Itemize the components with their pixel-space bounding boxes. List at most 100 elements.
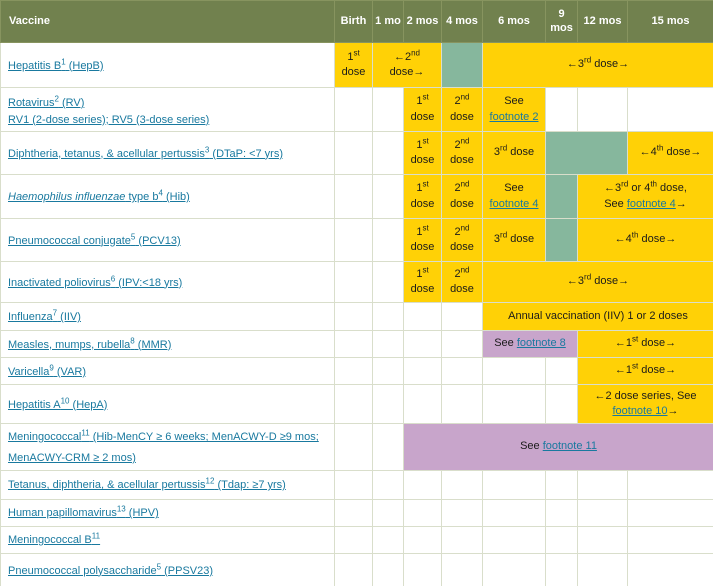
dose-text: dose [404,110,441,125]
header-9mos: 9 mos [546,1,578,43]
header-row: Vaccine Birth 1 mo 2 mos 4 mos 6 mos 9 m… [1,1,713,43]
dose-text: dose [404,282,441,297]
dose-text: 2nd [442,94,482,109]
vaccine-link-menb[interactable]: Meningococcal B11 [8,534,100,546]
vaccine-link-ipv[interactable]: Inactivated poliovirus6 (IPV:<18 yrs) [8,277,182,289]
footnote-superscript: 10 [61,396,70,405]
dose-text: 1st [404,181,441,196]
empty-cell [483,499,546,526]
table-row: Pneumococcal conjugate5 (PCV13) 1st dose… [1,219,713,262]
empty-cell [578,499,628,526]
empty-cell [483,470,546,499]
empty-cell [628,553,713,586]
empty-cell [335,358,373,385]
empty-cell [373,358,404,385]
footnote-cell: See footnote 4 [483,175,546,219]
dose-text: dose [404,197,441,212]
table-row: Diphtheria, tetanus, & acellular pertuss… [1,132,713,175]
empty-cell [373,175,404,219]
dose-text: dose [442,240,482,255]
vaccine-link-hib[interactable]: Haemophilus influenzae type b4 (Hib) [8,191,190,203]
dose-range-cell: ←4th dose→ [578,219,713,262]
footnote-link[interactable]: footnote 10 [612,405,667,417]
empty-cell [404,526,442,553]
footnote-link[interactable]: footnote 2 [490,111,539,123]
dose-text: ←3rd or 4th dose, [578,181,713,196]
vaccine-link-rv[interactable]: Rotavirus2 (RV) [8,97,84,109]
empty-cell [373,331,404,358]
footnote-link[interactable]: footnote 4 [627,198,676,210]
dose-cell: 1st dose [404,175,442,219]
empty-cell [442,470,483,499]
vaccine-name-cell: Measles, mumps, rubella8 (MMR) [1,331,335,358]
empty-cell [546,88,578,132]
dose-cell: 2nd dose [442,219,483,262]
vaccine-link-iiv[interactable]: Influenza7 (IIV) [8,311,81,323]
vaccine-name-cell: Pneumococcal polysaccharide5 (PPSV23) [1,553,335,586]
vaccine-name-cell: Varicella9 (VAR) [1,358,335,385]
dose-cell: 1st dose [404,132,442,175]
header-2mos: 2 mos [404,1,442,43]
vaccine-name-cell: Tetanus, diphtheria, & acellular pertuss… [1,470,335,499]
table-row: Measles, mumps, rubella8 (MMR) See footn… [1,331,713,358]
empty-cell [483,358,546,385]
empty-cell [578,526,628,553]
footnote-superscript: 13 [117,505,126,514]
vaccine-link-tdap[interactable]: Tetanus, diphtheria, & acellular pertuss… [8,479,286,491]
dose-range-cell: ←2nd dose→ [373,43,442,88]
ordinal-superscript: nd [461,179,470,188]
footnote-superscript: 11 [92,532,100,541]
vaccine-name-cell: Haemophilus influenzae type b4 (Hib) [1,175,335,219]
ordinal-superscript: nd [461,265,470,274]
empty-cell [373,303,404,331]
dose-cell: 3rd dose [483,132,546,175]
empty-cell [628,526,713,553]
ordinal-superscript: st [422,265,428,274]
empty-cell [546,553,578,586]
range-cell-green [546,219,578,262]
header-12mos: 12 mos [578,1,628,43]
table-row: Meningococcal11 (Hib-MenCY ≥ 6 weeks; Me… [1,424,713,471]
dose-cell: 1st dose [404,262,442,303]
empty-cell [483,526,546,553]
vaccine-link-meningococcal[interactable]: Meningococcal11 (Hib-MenCY ≥ 6 weeks; Me… [8,431,319,464]
empty-cell [335,526,373,553]
dose-text: dose [442,197,482,212]
dose-text: 2nd [442,181,482,196]
vaccine-link-rv-series[interactable]: RV1 (2-dose series); RV5 (3-dose series) [8,113,327,127]
vaccine-link-hpv[interactable]: Human papillomavirus13 (HPV) [8,507,159,519]
vaccine-name-cell: Hepatitis A10 (HepA) [1,385,335,424]
dose-range-cell: ←3rd dose→ [483,43,713,88]
header-15mos: 15 mos [628,1,713,43]
footnote-link[interactable]: footnote 8 [517,337,566,349]
empty-cell [373,499,404,526]
vaccine-link-hepb[interactable]: Hepatitis B1 (HepB) [8,60,104,72]
vaccine-link-ppsv23[interactable]: Pneumococcal polysaccharide5 (PPSV23) [8,565,213,577]
footnote-link[interactable]: footnote 4 [490,198,539,210]
empty-cell [628,88,713,132]
vaccine-link-dtap[interactable]: Diphtheria, tetanus, & acellular pertuss… [8,148,283,160]
vaccine-link-pcv13[interactable]: Pneumococcal conjugate5 (PCV13) [8,235,181,247]
vaccine-link-mmr[interactable]: Measles, mumps, rubella8 (MMR) [8,339,171,351]
dose-text: dose [335,65,372,80]
table-row: Influenza7 (IIV) Annual vaccination (IIV… [1,303,713,331]
table-row: Inactivated poliovirus6 (IPV:<18 yrs) 1s… [1,262,713,303]
empty-cell [335,303,373,331]
dose-text: 1st [335,50,372,65]
empty-cell [442,385,483,424]
vaccine-link-hepa[interactable]: Hepatitis A10 (HepA) [8,399,107,411]
footnote-link[interactable]: footnote 11 [543,440,597,452]
vaccine-name-cell: Meningococcal B11 [1,526,335,553]
dose-cell: 2nd dose [442,175,483,219]
footnote-superscript: 11 [81,428,89,437]
vaccine-link-var[interactable]: Varicella9 (VAR) [8,366,86,378]
ordinal-superscript: st [422,179,428,188]
dose-cell: 1st dose [404,219,442,262]
empty-cell [335,385,373,424]
empty-cell [628,470,713,499]
dose-cell: 2nd dose [442,88,483,132]
empty-cell [373,553,404,586]
dose-text: 1st [404,138,441,153]
ordinal-superscript: st [422,223,428,232]
ordinal-superscript: st [353,48,359,57]
